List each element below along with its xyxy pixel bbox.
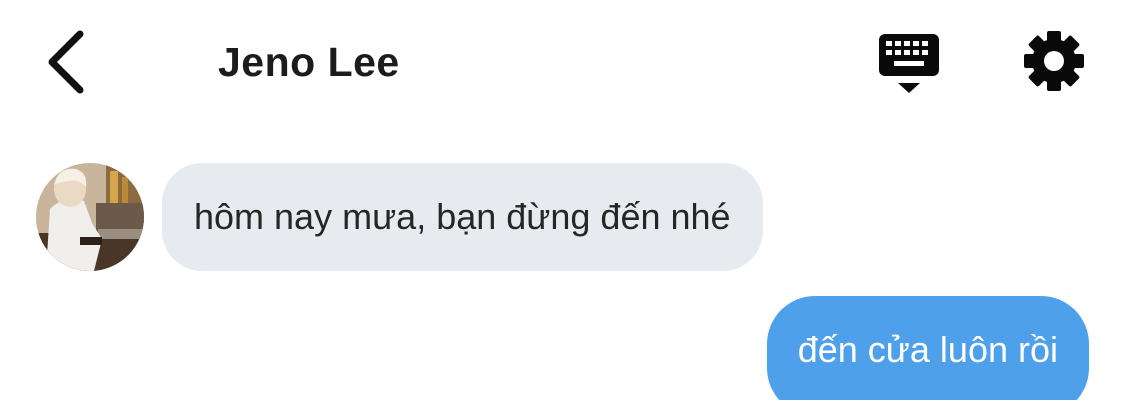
outgoing-message-bubble[interactable]: đến cửa luôn rồi [766,296,1089,400]
chat-title: Jeno Lee [218,39,400,85]
incoming-message-bubble[interactable]: hôm nay mưa, bạn đừng đến nhé [162,163,763,271]
keyboard-hide-icon [879,34,939,93]
chat-screen: Jeno Lee hôm nay mưa, bạn đừng đến nhé đ… [0,0,1125,400]
settings-button[interactable] [1022,29,1086,93]
keyboard-toggle-button[interactable] [876,30,942,96]
back-button[interactable] [38,26,98,98]
avatar-photo [36,163,144,271]
gear-icon [1024,31,1084,91]
contact-avatar[interactable] [36,163,144,271]
chevron-left-icon [48,30,84,94]
